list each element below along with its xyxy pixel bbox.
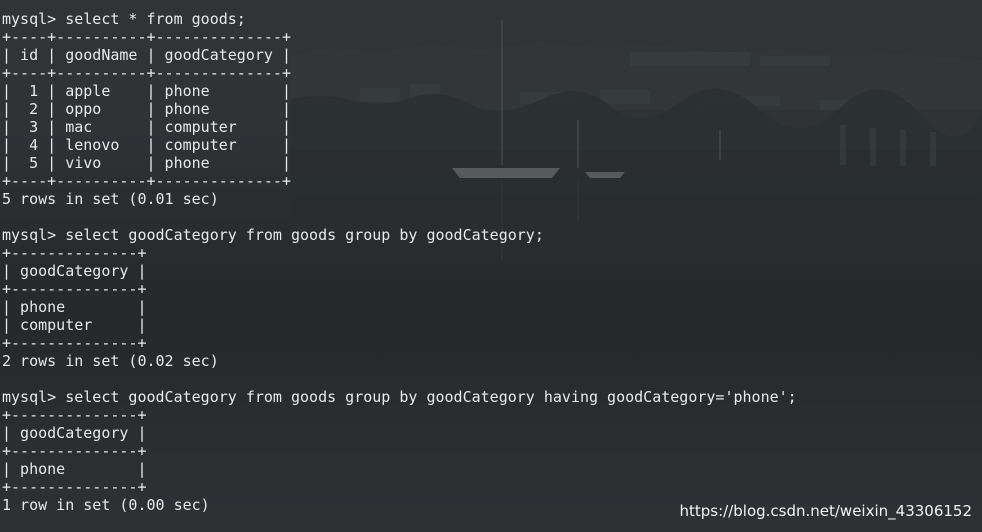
terminal-line: 2 rows in set (0.02 sec): [2, 352, 219, 370]
terminal-line: +----+----------+--------------+: [2, 172, 291, 190]
terminal-line: mysql> select goodCategory from goods gr…: [2, 388, 797, 406]
terminal-line: +--------------+: [2, 244, 147, 262]
terminal-line: 5 rows in set (0.01 sec): [2, 190, 219, 208]
terminal-line: +--------------+: [2, 334, 147, 352]
terminal-line: +--------------+: [2, 478, 147, 496]
terminal-line: | id | goodName | goodCategory |: [2, 46, 291, 64]
terminal-output: mysql> select * from goods; +----+-------…: [2, 10, 797, 514]
terminal-line: | 2 | oppo | phone |: [2, 100, 291, 118]
terminal-line: | phone |: [2, 460, 147, 478]
terminal-line: +--------------+: [2, 406, 147, 424]
terminal-line: | goodCategory |: [2, 424, 147, 442]
terminal-line: | 1 | apple | phone |: [2, 82, 291, 100]
terminal-line: +--------------+: [2, 280, 147, 298]
terminal-line: | 4 | lenovo | computer |: [2, 136, 291, 154]
terminal-line: | 5 | vivo | phone |: [2, 154, 291, 172]
terminal-line: 1 row in set (0.00 sec): [2, 496, 210, 514]
terminal-line: | goodCategory |: [2, 262, 147, 280]
terminal-line: | 3 | mac | computer |: [2, 118, 291, 136]
terminal-line: | computer |: [2, 316, 147, 334]
terminal-line: +----+----------+--------------+: [2, 28, 291, 46]
terminal-line: mysql> select goodCategory from goods gr…: [2, 226, 544, 244]
terminal-line: +--------------+: [2, 442, 147, 460]
watermark-url: https://blog.csdn.net/weixin_43306152: [679, 502, 972, 520]
terminal-line: | phone |: [2, 298, 147, 316]
terminal-line: +----+----------+--------------+: [2, 64, 291, 82]
terminal-line: mysql> select * from goods;: [2, 10, 246, 28]
